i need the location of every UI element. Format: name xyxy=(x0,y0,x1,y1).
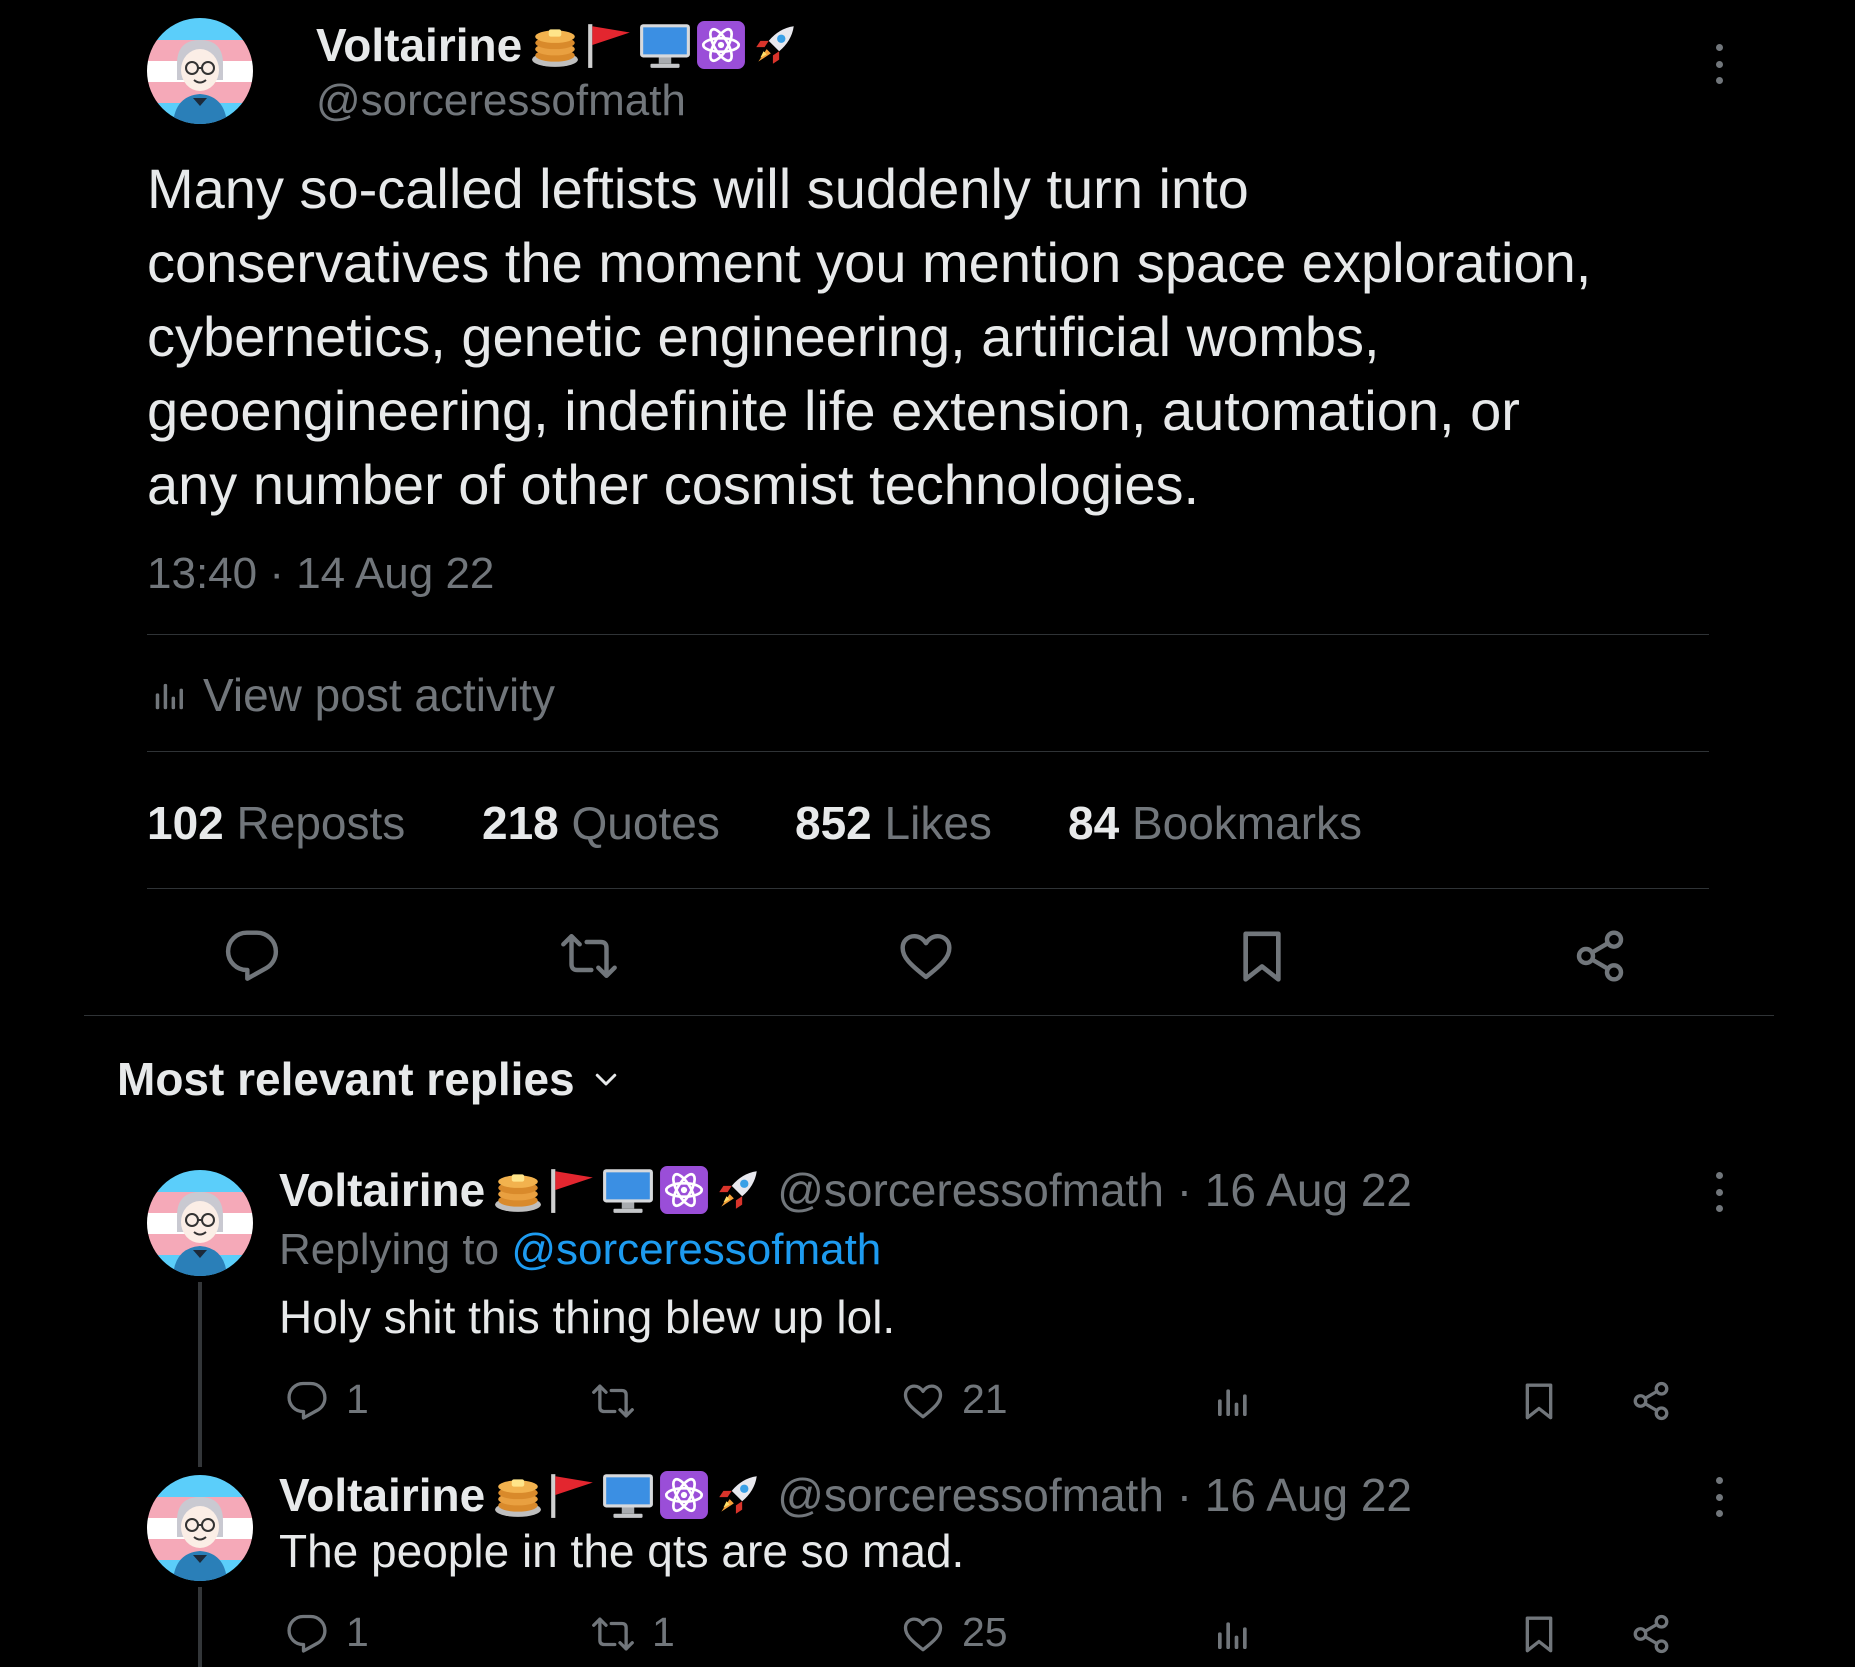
reply-count: 1 xyxy=(346,1376,369,1422)
reply-author-emojis xyxy=(493,1165,763,1215)
reply-text: The people in the qts are so mad. xyxy=(279,1525,965,1577)
quotes-label: Quotes xyxy=(571,797,720,849)
post-body-line: conservatives the moment you mention spa… xyxy=(147,231,1592,294)
rocket-icon xyxy=(750,20,800,70)
reply-handle-date[interactable]: @sorceressofmath · 16 Aug 22 xyxy=(777,1468,1412,1522)
analytics-icon xyxy=(151,676,189,714)
desktop-computer-icon xyxy=(601,1470,655,1520)
more-options-icon[interactable] xyxy=(1709,1477,1729,1517)
repost-icon[interactable] xyxy=(560,928,618,984)
reply-icon[interactable] xyxy=(286,1380,328,1422)
pancakes-icon xyxy=(493,1165,543,1215)
analytics-icon[interactable] xyxy=(1213,1613,1253,1655)
post-author-emojis xyxy=(530,20,800,70)
avatar[interactable] xyxy=(147,1475,253,1581)
divider xyxy=(147,751,1709,752)
reposts-count: 102 xyxy=(147,797,224,849)
avatar[interactable] xyxy=(147,18,253,124)
thread-line xyxy=(198,1587,202,1667)
like-count: 25 xyxy=(962,1609,1008,1655)
pancakes-icon xyxy=(493,1470,543,1520)
post-body: Many so-called leftists will suddenly tu… xyxy=(147,152,1591,522)
post-body-line: geoengineering, indefinite life extensio… xyxy=(147,379,1520,442)
bookmark-icon[interactable] xyxy=(1519,1613,1559,1655)
post-author-handle[interactable]: @sorceressofmath xyxy=(316,76,686,126)
repost-icon[interactable] xyxy=(590,1613,636,1655)
reply-author-row: Voltairine @sorceressofmath · 16 Aug 22 xyxy=(279,1158,1412,1222)
bookmark-icon[interactable] xyxy=(1519,1380,1559,1422)
replies-sort-dropdown[interactable]: Most relevant replies xyxy=(117,1052,621,1106)
replying-to-line: Replying to @sorceressofmath xyxy=(279,1222,881,1278)
likes-stat[interactable]: 852 Likes xyxy=(795,796,992,850)
chevron-down-icon xyxy=(595,1073,616,1086)
avatar[interactable] xyxy=(147,1170,253,1276)
reply-author-name[interactable]: Voltairine xyxy=(279,1468,485,1522)
replying-to-prefix: Replying to xyxy=(279,1225,500,1274)
quotes-stat[interactable]: 218 Quotes xyxy=(482,796,720,850)
rocket-icon xyxy=(713,1470,763,1520)
post-body-line: any number of other cosmist technologies… xyxy=(147,453,1200,516)
divider xyxy=(147,634,1709,635)
reply-text: Holy shit this thing blew up lol. xyxy=(279,1291,896,1343)
replying-to-link[interactable]: @sorceressofmath xyxy=(511,1225,881,1274)
red-flag-icon xyxy=(584,20,634,70)
like-icon[interactable] xyxy=(902,1380,944,1422)
reply-author-row: Voltairine @sorceressofmath · 16 Aug 22 xyxy=(279,1463,1412,1527)
share-icon[interactable] xyxy=(1572,928,1628,984)
reply-author-emojis xyxy=(493,1470,763,1520)
post-author-row: Voltairine xyxy=(316,14,800,76)
thread-line xyxy=(198,1282,202,1467)
pancakes-icon xyxy=(530,20,580,70)
post-body-line: cybernetics, genetic engineering, artifi… xyxy=(147,305,1380,368)
post-author-name[interactable]: Voltairine xyxy=(316,18,522,72)
analytics-icon[interactable] xyxy=(1213,1380,1253,1422)
reply-icon[interactable] xyxy=(286,1613,328,1655)
reply-icon[interactable] xyxy=(224,928,280,984)
atom-symbol-icon xyxy=(659,1470,709,1520)
like-count: 21 xyxy=(962,1376,1008,1422)
post-timestamp[interactable]: 13:40 · 14 Aug 22 xyxy=(147,546,494,602)
view-post-activity[interactable]: View post activity xyxy=(151,668,555,722)
atom-symbol-icon xyxy=(696,20,746,70)
desktop-computer-icon xyxy=(601,1165,655,1215)
like-icon[interactable] xyxy=(898,928,954,984)
reply-handle-date[interactable]: @sorceressofmath · 16 Aug 22 xyxy=(777,1163,1412,1217)
likes-count: 852 xyxy=(795,797,872,849)
red-flag-icon xyxy=(547,1165,597,1215)
reposts-stat[interactable]: 102 Reposts xyxy=(147,796,405,850)
quotes-count: 218 xyxy=(482,797,559,849)
more-options-icon[interactable] xyxy=(1709,1172,1729,1212)
bookmarks-count: 84 xyxy=(1068,797,1120,849)
view-post-activity-label: View post activity xyxy=(203,669,555,721)
divider xyxy=(84,1015,1774,1016)
bookmark-icon[interactable] xyxy=(1234,928,1290,984)
reply-author-name[interactable]: Voltairine xyxy=(279,1163,485,1217)
repost-count: 1 xyxy=(652,1609,675,1655)
atom-symbol-icon xyxy=(659,1165,709,1215)
more-options-icon[interactable] xyxy=(1709,44,1729,84)
likes-label: Likes xyxy=(884,797,992,849)
share-icon[interactable] xyxy=(1630,1380,1672,1422)
post-body-line: Many so-called leftists will suddenly tu… xyxy=(147,157,1249,220)
repost-icon[interactable] xyxy=(590,1380,636,1422)
reply-count: 1 xyxy=(346,1609,369,1655)
desktop-computer-icon xyxy=(638,20,692,70)
red-flag-icon xyxy=(547,1470,597,1520)
replies-sort-label: Most relevant replies xyxy=(117,1053,575,1105)
bookmarks-label: Bookmarks xyxy=(1131,797,1363,849)
like-icon[interactable] xyxy=(902,1613,944,1655)
divider xyxy=(147,888,1709,889)
rocket-icon xyxy=(713,1165,763,1215)
bookmarks-stat[interactable]: 84 Bookmarks xyxy=(1068,796,1362,850)
share-icon[interactable] xyxy=(1630,1613,1672,1655)
reposts-label: Reposts xyxy=(236,797,406,849)
